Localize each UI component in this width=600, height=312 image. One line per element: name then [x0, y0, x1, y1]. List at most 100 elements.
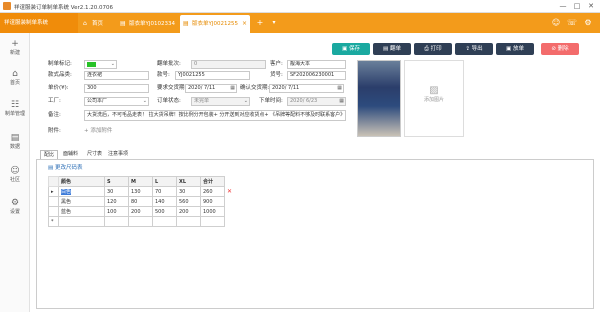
cell-color-value: 白色	[61, 189, 72, 195]
factory-value: 公司本厂	[87, 98, 108, 104]
add-attachment-button[interactable]: + 添加附件	[84, 127, 112, 136]
cell-color[interactable]: 白色	[58, 186, 105, 197]
sidebar-item-new[interactable]: + 新建	[0, 36, 30, 64]
delete-row-icon[interactable]: ✕	[225, 187, 239, 197]
document-icon: ▤	[183, 20, 189, 27]
export-button[interactable]: ⇪ 导出	[455, 43, 493, 55]
release-label: 放单	[512, 46, 524, 52]
cell-m[interactable]	[128, 216, 153, 227]
remark-field[interactable]: 大货洗后，不可毛品走表！ 拉大货吊牌！按比例分开包装+ 分开送到对应收货点+ 《…	[84, 110, 346, 121]
ratio-table: 颜色 S M L XL 合计 ▸ 白色 30 130 70 30 260 ✕ 黑…	[48, 176, 239, 227]
confirm-date-field[interactable]: 2020/ 7/11 ▦	[269, 84, 344, 93]
table-row[interactable]: 蓝色 100 200 500 200 1000	[48, 206, 239, 217]
tab-order-1[interactable]: ▤ 版衣单YJ0102334	[117, 15, 176, 33]
cell-color[interactable]	[58, 216, 105, 227]
change-size-table-button[interactable]: ▤ 更改尺码表	[48, 164, 82, 173]
phone-icon[interactable]: ☏	[564, 15, 580, 31]
cell-s[interactable]: 100	[104, 206, 129, 217]
home-icon: ⌂	[83, 20, 87, 27]
plus-icon: +	[11, 39, 19, 49]
cell-m[interactable]: 130	[128, 186, 153, 197]
sidebar-item-community[interactable]: ☺ 社区	[0, 163, 30, 191]
row-selector[interactable]: ▸	[48, 186, 59, 197]
orders-icon: ☷	[10, 100, 20, 110]
required-date-field[interactable]: 2020/ 7/11 ▦	[185, 84, 237, 93]
cell-l[interactable]: 500	[152, 206, 177, 217]
sidebar-item-orders[interactable]: ☷ 制单管理	[0, 97, 30, 125]
row-action	[225, 207, 239, 217]
print-button[interactable]: ⎙ 打印	[414, 43, 452, 55]
product-photo[interactable]	[357, 60, 401, 137]
sidebar-item-home[interactable]: ⌂ 首页	[0, 66, 30, 94]
subtab-notes[interactable]: 注意事项	[105, 150, 131, 159]
maximize-button[interactable]: □	[570, 0, 584, 13]
community-icon: ☺	[10, 166, 20, 176]
subtab-ratio[interactable]: 配比	[40, 150, 59, 159]
cell-l[interactable]	[152, 216, 177, 227]
copy-order-button[interactable]: ▤ 翻单	[373, 43, 411, 55]
table-row[interactable]: ▸ 白色 30 130 70 30 260 ✕	[48, 186, 239, 197]
calendar-icon: ▦	[230, 85, 235, 91]
mark-select[interactable]: ⌄	[84, 60, 117, 69]
cell-color[interactable]: 黑色	[58, 196, 105, 207]
cell-m[interactable]: 80	[128, 196, 153, 207]
order-time-field[interactable]: 2020/ 6/23 ▦	[287, 97, 346, 106]
close-tab-icon[interactable]: ×	[242, 15, 247, 33]
required-date-label: 要求交货期:	[157, 85, 187, 91]
calendar-icon: ▦	[339, 98, 344, 104]
factory-select[interactable]: 公司本厂 ⌄	[84, 97, 149, 106]
row-selector[interactable]	[48, 196, 59, 207]
close-window-button[interactable]: ✕	[584, 0, 598, 13]
cell-total: 260	[200, 186, 225, 197]
style-no-label: 款号:	[157, 72, 170, 78]
add-image-button[interactable]: ▨ 添加图片	[404, 60, 464, 137]
sidebar-item-label: 设置	[9, 209, 20, 215]
price-field[interactable]: 300	[84, 84, 149, 93]
cell-color[interactable]: 蓝色	[58, 206, 105, 217]
user-icon[interactable]: ☺	[548, 15, 564, 31]
sidebar-item-settings[interactable]: ⚙ 设置	[0, 195, 30, 223]
sidebar-item-label: 新建	[9, 50, 20, 56]
data-icon: ▤	[10, 133, 20, 143]
release-button[interactable]: ▣ 放单	[496, 43, 534, 55]
save-button-label: 保存	[348, 46, 360, 52]
cell-xl[interactable]: 30	[176, 186, 201, 197]
delete-button[interactable]: ⊘ 删除	[541, 43, 579, 55]
cell-l[interactable]: 140	[152, 196, 177, 207]
subtab-size-chart[interactable]: 尺寸表	[84, 150, 105, 159]
cell-total: 900	[200, 196, 225, 207]
tab-order-2-label: 版衣单YJ0021255	[192, 21, 238, 27]
batch-field[interactable]: 0	[191, 60, 266, 69]
cell-s[interactable]: 120	[104, 196, 129, 207]
cell-m[interactable]: 200	[128, 206, 153, 217]
row-selector[interactable]: *	[48, 216, 59, 227]
cell-s[interactable]: 30	[104, 186, 129, 197]
style-no-field[interactable]: YJ0021255	[175, 71, 250, 80]
tab-home[interactable]: ⌂ 首页	[80, 15, 114, 33]
chevron-down-icon: ⌄	[243, 98, 248, 104]
cell-s[interactable]	[104, 216, 129, 227]
style-field[interactable]: 连衣裙	[84, 71, 149, 80]
table-row[interactable]: 黑色 120 80 140 560 900	[48, 196, 239, 207]
save-button[interactable]: ▣ 保存	[332, 43, 370, 55]
status-select[interactable]: 未完单 ⌄	[191, 97, 250, 106]
cell-xl[interactable]	[176, 216, 201, 227]
sidebar-item-data[interactable]: ▤ 数据	[0, 130, 30, 158]
new-row[interactable]: *	[48, 216, 239, 227]
confirm-date-value: 2020/ 7/11	[272, 85, 300, 91]
confirm-date-label: 确认交货期:	[240, 85, 270, 91]
settings-icon[interactable]: ⚙	[580, 15, 596, 31]
sku-field[interactable]: SF202006230001	[287, 71, 346, 80]
cell-xl[interactable]: 200	[176, 206, 201, 217]
cell-xl[interactable]: 560	[176, 196, 201, 207]
subtab-materials[interactable]: 面辅料	[60, 150, 81, 159]
cell-l[interactable]: 70	[152, 186, 177, 197]
minimize-button[interactable]: —	[556, 0, 570, 13]
row-selector[interactable]	[48, 206, 59, 217]
home-icon: ⌂	[12, 69, 18, 79]
table-header-row: 颜色 S M L XL 合计	[48, 176, 239, 187]
tab-order-2[interactable]: ▤ 版衣单YJ0021255 ×	[180, 15, 250, 33]
sidebar-item-label: 社区	[9, 177, 20, 183]
tab-menu-button[interactable]: ▾	[266, 15, 282, 31]
customer-field[interactable]: 靓海大本	[287, 60, 346, 69]
